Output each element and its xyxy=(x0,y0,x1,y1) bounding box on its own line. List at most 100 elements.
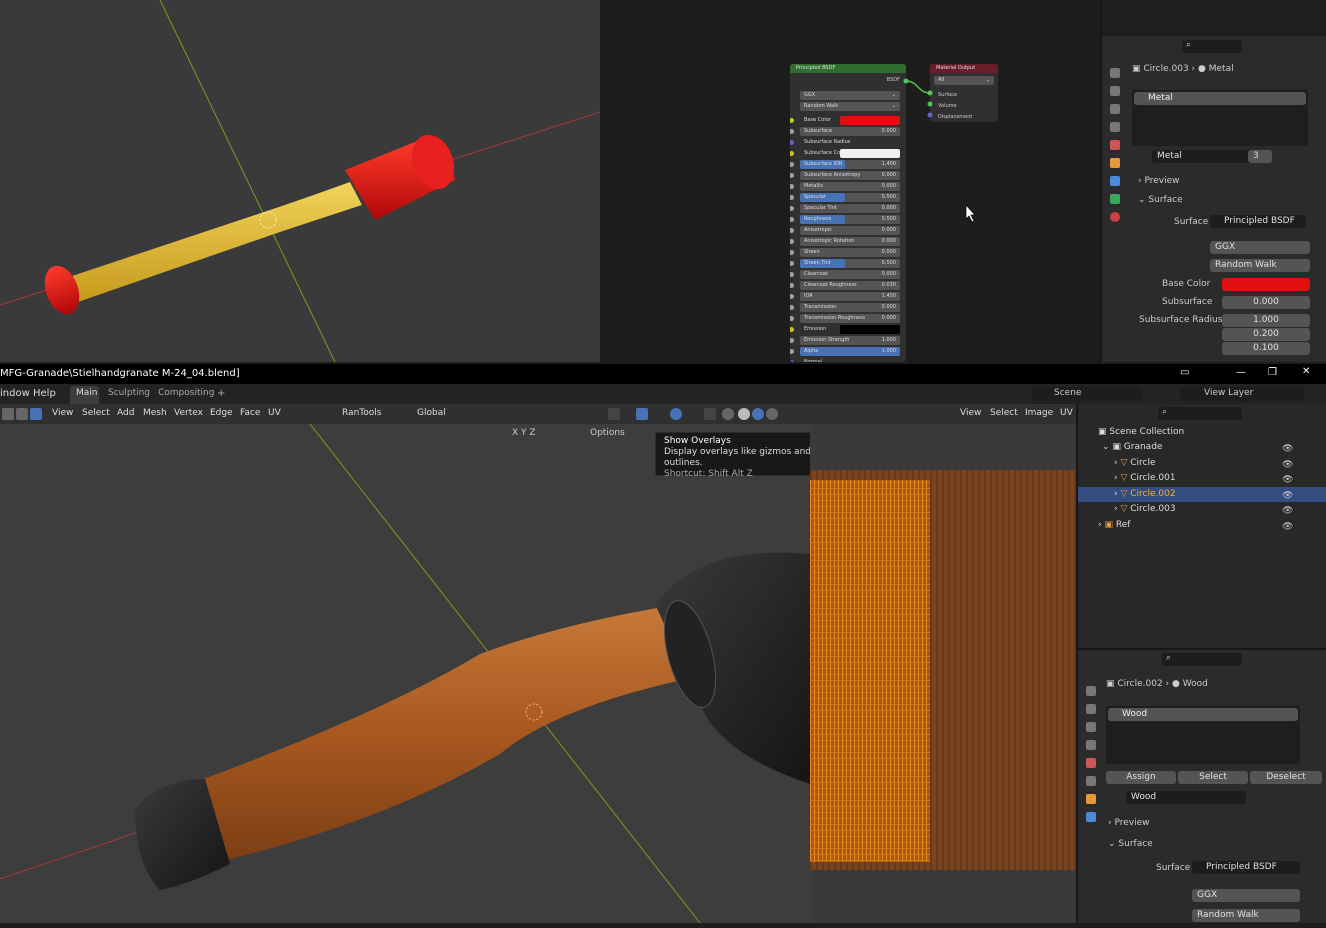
top-surface-shader[interactable]: Principled BSDF xyxy=(1210,215,1306,228)
menu-help[interactable]: Help xyxy=(33,388,56,399)
top-material-slot-list[interactable]: Metal xyxy=(1132,90,1308,146)
material-name-field[interactable]: Wood xyxy=(1126,791,1246,804)
scene-selector[interactable]: Scene xyxy=(1032,387,1142,401)
distribution-dropdown[interactable]: GGX xyxy=(1192,889,1300,902)
outliner-panel[interactable]: ⌕ ▣ Scene Collection ⌄ ▣ Granade › ▽ Cir… xyxy=(1076,404,1326,648)
gizmo-toggle-icon[interactable] xyxy=(636,408,648,420)
material-preview-icon[interactable] xyxy=(752,408,764,420)
axis-x[interactable]: X xyxy=(512,428,518,438)
select-mode-face-icon[interactable] xyxy=(30,408,42,420)
tool-tab-icon-2[interactable] xyxy=(1086,686,1096,696)
top-radius-x[interactable]: 1.000 xyxy=(1222,314,1310,327)
props-tabs[interactable] xyxy=(1084,678,1098,928)
render-tab-icon[interactable] xyxy=(1110,86,1120,96)
top-material-name[interactable]: Metal xyxy=(1152,150,1258,163)
top-material-users[interactable]: 3 xyxy=(1248,150,1272,163)
top-node-editor[interactable]: Principled BSDF BSDF GGX ⌄ Random Walk ⌄ B… xyxy=(600,0,1098,362)
collection-tab-icon-2[interactable] xyxy=(1086,776,1096,786)
add-workspace-button[interactable]: + xyxy=(217,388,225,399)
menu-add[interactable]: Add xyxy=(117,408,134,418)
options-dropdown[interactable]: Options xyxy=(586,426,632,440)
wooden-handle xyxy=(190,604,710,864)
rantools-menu[interactable]: RanTools xyxy=(342,408,381,418)
workspace-tab-main[interactable]: Main xyxy=(76,388,98,398)
outliner-search[interactable]: ⌕ xyxy=(1158,407,1242,420)
uv-menu-view[interactable]: View xyxy=(960,408,981,418)
menu-vertex[interactable]: Vertex xyxy=(174,408,203,418)
top-distribution[interactable]: GGX xyxy=(1210,241,1310,254)
solid-shading-icon[interactable] xyxy=(738,408,750,420)
gizmo-icon[interactable] xyxy=(608,408,620,420)
uv-menu-image[interactable]: Image xyxy=(1025,408,1053,418)
xray-icon[interactable] xyxy=(704,408,716,420)
sss-method-dropdown[interactable]: Random Walk xyxy=(1192,909,1300,922)
output-tab-icon-2[interactable] xyxy=(1086,722,1096,732)
uv-texture xyxy=(810,470,1076,870)
object-tab-icon[interactable] xyxy=(1110,158,1120,168)
top-subsurface-value[interactable]: 0.000 xyxy=(1222,296,1310,309)
properties-panel[interactable]: ⌕ ▣ Circle.002 › ● Wood Wood Assign Sele… xyxy=(1076,648,1326,923)
uv-menu-select[interactable]: Select xyxy=(990,408,1018,418)
view-layer-tab-icon-2[interactable] xyxy=(1086,740,1096,750)
material-tab-icon[interactable] xyxy=(1110,212,1120,222)
menu-uv[interactable]: UV xyxy=(268,408,281,418)
show-overlays-icon[interactable] xyxy=(670,408,682,420)
close-icon[interactable]: ✕ xyxy=(1302,366,1310,377)
view-layer-selector[interactable]: View Layer xyxy=(1180,387,1304,401)
top-sss-method[interactable]: Random Walk xyxy=(1210,259,1310,272)
axis-y[interactable]: Y xyxy=(521,428,527,438)
top-props-tabs[interactable] xyxy=(1108,60,1122,360)
modifier-tab-icon[interactable] xyxy=(1110,176,1120,186)
output-tab-icon[interactable] xyxy=(1110,104,1120,114)
wireframe-shading-icon[interactable] xyxy=(722,408,734,420)
workspace-tab-compositing[interactable]: Compositing xyxy=(158,388,214,398)
uv-image-editor[interactable]: View Select Image UV xyxy=(810,404,1076,923)
uv-menu-uv[interactable]: UV xyxy=(1060,408,1073,418)
select-button[interactable]: Select xyxy=(1178,771,1248,784)
main-3d-viewport[interactable]: X Y Z Options xyxy=(0,423,811,924)
menu-window[interactable]: indow xyxy=(0,388,30,399)
top-3d-viewport[interactable] xyxy=(0,0,601,363)
top-surface-panel[interactable]: ⌄ Surface xyxy=(1138,195,1183,205)
top-properties-panel[interactable]: ⌕ ▣ Circle.003 › ● Metal Metal Metal 3 ›… xyxy=(1100,0,1326,362)
outliner-toggles[interactable]: 👁 👁 👁 👁 👁 👁 xyxy=(1282,442,1293,535)
top-props-search[interactable]: ⌕ xyxy=(1182,40,1242,53)
menu-face[interactable]: Face xyxy=(240,408,260,418)
assign-button[interactable]: Assign xyxy=(1106,771,1176,784)
menu-mesh[interactable]: Mesh xyxy=(143,408,167,418)
axis-z[interactable]: Z xyxy=(529,428,535,438)
transform-orientation[interactable]: Global xyxy=(417,408,446,418)
render-tab-icon-2[interactable] xyxy=(1086,704,1096,714)
menu-edge[interactable]: Edge xyxy=(210,408,233,418)
material-slot-wood[interactable]: Wood xyxy=(1108,708,1298,721)
world-tab-icon[interactable] xyxy=(1110,140,1120,150)
top-preview-panel[interactable]: › Preview xyxy=(1138,176,1180,186)
object-tab-icon-2[interactable] xyxy=(1086,794,1096,804)
top-base-color-swatch[interactable] xyxy=(1222,278,1310,291)
select-mode-edge-icon[interactable] xyxy=(16,408,28,420)
menu-view[interactable]: View xyxy=(52,408,73,418)
minimize-icon[interactable]: — xyxy=(1236,367,1246,378)
maximize-icon[interactable]: ❐ xyxy=(1268,367,1277,378)
modifier-tab-icon-2[interactable] xyxy=(1086,812,1096,822)
data-tab-icon[interactable] xyxy=(1110,194,1120,204)
view-layer-tab-icon[interactable] xyxy=(1110,122,1120,132)
top-viewport-scene xyxy=(0,0,601,363)
top-radius-z[interactable]: 0.100 xyxy=(1222,342,1310,355)
props-search[interactable]: ⌕ xyxy=(1162,653,1242,666)
world-tab-icon-2[interactable] xyxy=(1086,758,1096,768)
deselect-button[interactable]: Deselect xyxy=(1250,771,1322,784)
top-radius-y[interactable]: 0.200 xyxy=(1222,328,1310,341)
scene-collection-row[interactable]: ▣ Scene Collection xyxy=(1078,425,1326,440)
surface-shader-field[interactable]: Principled BSDF xyxy=(1192,861,1300,874)
material-slot-list[interactable]: Wood xyxy=(1106,706,1300,764)
top-material-slot[interactable]: Metal xyxy=(1134,92,1306,105)
tool-tab-icon[interactable] xyxy=(1110,68,1120,78)
select-mode-vertex-icon[interactable] xyxy=(2,408,14,420)
window-icon[interactable]: ▭ xyxy=(1180,367,1189,378)
workspace-tab-sculpting[interactable]: Sculpting xyxy=(108,388,150,398)
rendered-shading-icon[interactable] xyxy=(766,408,778,420)
surface-panel[interactable]: ⌄ Surface xyxy=(1108,839,1153,849)
preview-panel[interactable]: › Preview xyxy=(1108,818,1150,828)
menu-select[interactable]: Select xyxy=(82,408,110,418)
